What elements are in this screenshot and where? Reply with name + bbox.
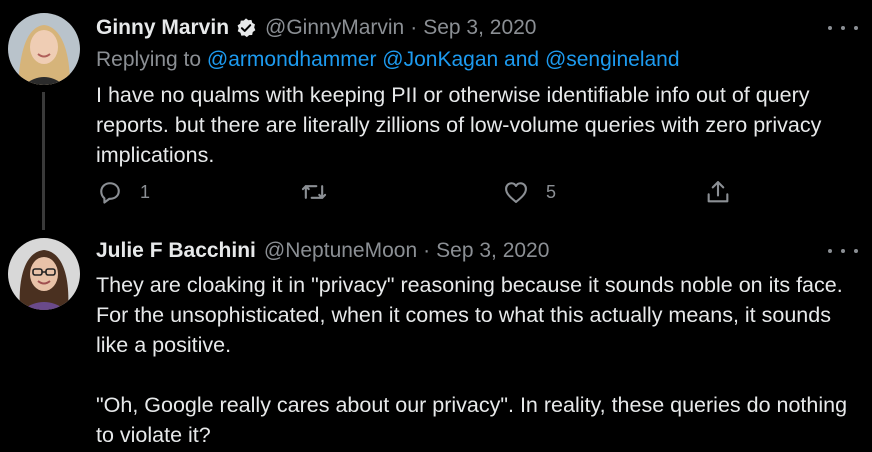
separator-dot: · xyxy=(423,239,431,262)
display-name[interactable]: Julie F Bacchini xyxy=(96,239,256,263)
replying-to-label: Replying to xyxy=(96,48,202,71)
share-icon xyxy=(707,181,729,203)
avatar-image xyxy=(8,13,80,85)
reply-icon xyxy=(100,182,120,204)
tweet-paragraph: "Oh, Google really cares about our priva… xyxy=(96,393,848,447)
avatar[interactable] xyxy=(8,13,80,85)
timestamp[interactable]: Sep 3, 2020 xyxy=(423,16,536,40)
retweet-icon xyxy=(301,185,327,199)
handle[interactable]: @GinnyMarvin xyxy=(265,16,404,40)
tweet-header: Ginny Marvin @GinnyMarvin · Sep 3, 2020 xyxy=(96,16,536,40)
tweet-actions: 1 5 xyxy=(96,178,776,214)
more-options-icon[interactable] xyxy=(828,18,858,38)
like-count: 5 xyxy=(546,181,557,202)
tweet-paragraph: They are cloaking it in "privacy" reason… xyxy=(96,273,843,357)
tweet-text: They are cloaking it in "privacy" reason… xyxy=(96,270,856,450)
avatar[interactable] xyxy=(8,238,80,310)
like-icon xyxy=(505,182,527,203)
tweet-ginny-marvin[interactable]: Ginny Marvin @GinnyMarvin · Sep 3, 2020 … xyxy=(0,0,872,230)
replying-to: Replying to @armondhammer @JonKagan and … xyxy=(96,48,680,72)
share-button[interactable] xyxy=(704,178,732,206)
mention-link[interactable]: @JonKagan xyxy=(382,48,498,71)
reply-count: 1 xyxy=(140,181,151,202)
mention-link[interactable]: @sengineland xyxy=(545,48,680,71)
tweet-paragraph: I have no qualms with keeping PII or oth… xyxy=(96,83,822,167)
more-options-icon[interactable] xyxy=(828,241,858,261)
tweet-header: Julie F Bacchini @NeptuneMoon · Sep 3, 2… xyxy=(96,239,549,263)
handle[interactable]: @NeptuneMoon xyxy=(264,239,417,263)
timestamp[interactable]: Sep 3, 2020 xyxy=(436,239,549,263)
mention-and: and xyxy=(504,48,540,71)
display-name[interactable]: Ginny Marvin xyxy=(96,16,229,40)
thread-line xyxy=(42,92,45,230)
separator-dot: · xyxy=(410,16,418,39)
like-button[interactable]: 5 xyxy=(502,178,556,206)
avatar-image xyxy=(8,238,80,310)
mention-link[interactable]: @armondhammer xyxy=(207,48,377,71)
tweet-text: I have no qualms with keeping PII or oth… xyxy=(96,80,856,170)
tweet-julie-bacchini[interactable]: Julie F Bacchini @NeptuneMoon · Sep 3, 2… xyxy=(0,226,872,452)
retweet-button[interactable] xyxy=(300,178,328,206)
reply-button[interactable]: 1 xyxy=(96,178,150,206)
verified-badge-icon xyxy=(237,18,256,38)
